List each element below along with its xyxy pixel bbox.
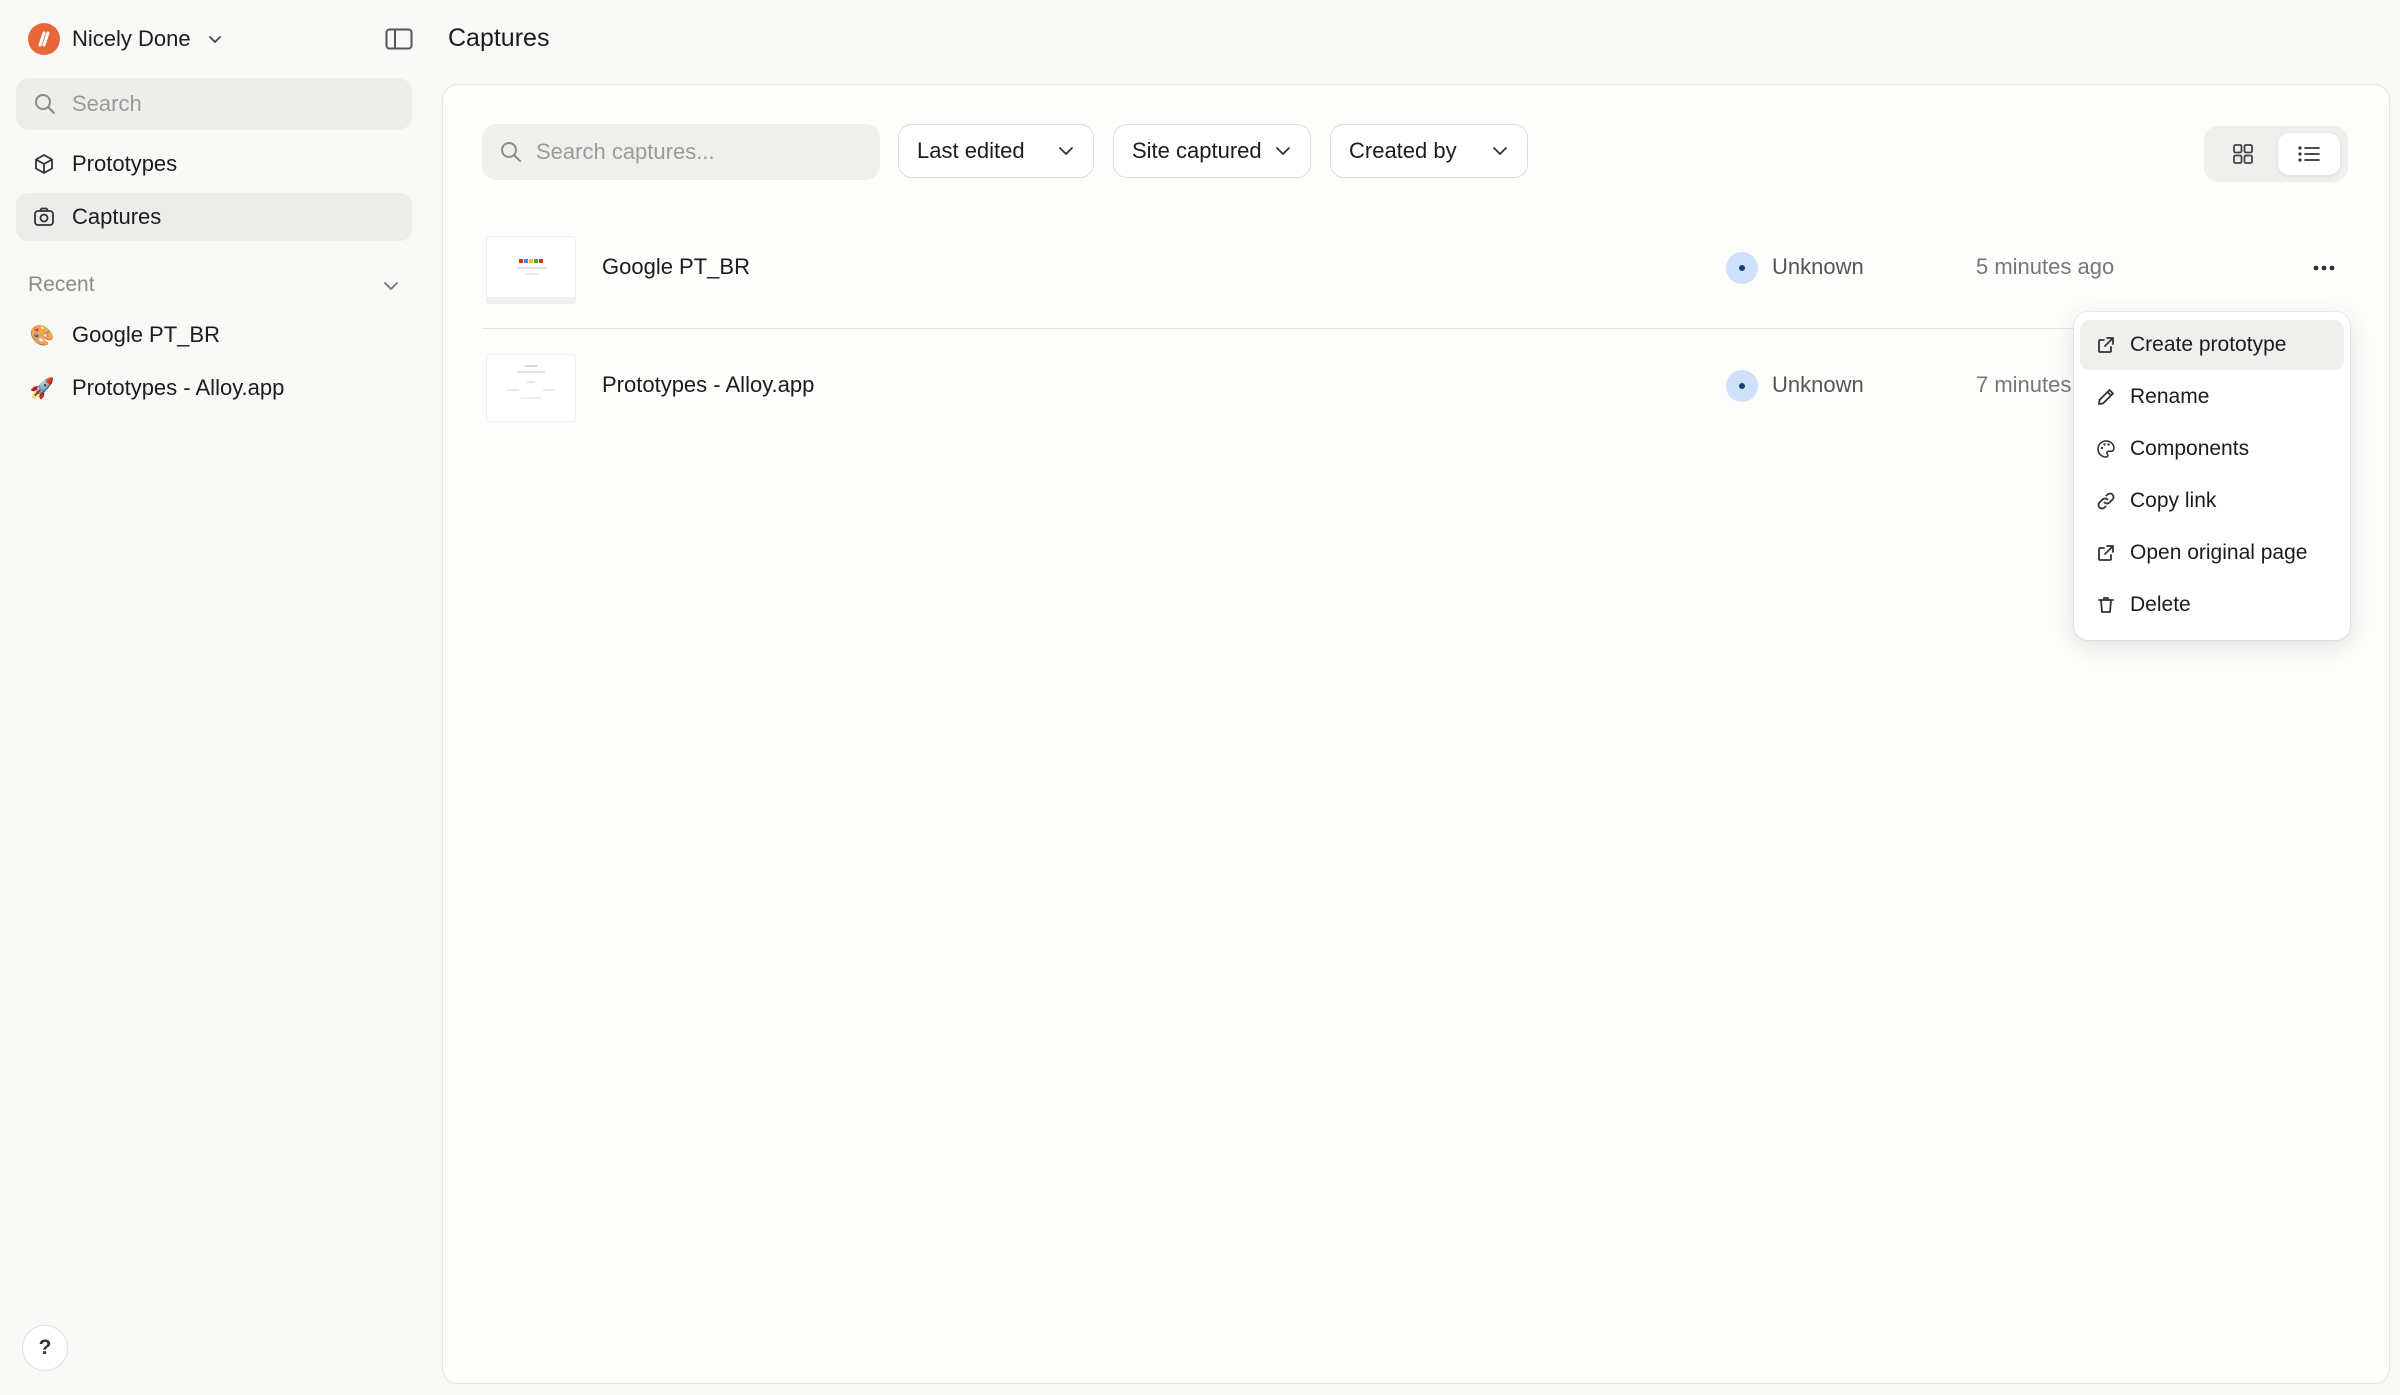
- palette-icon: [2094, 439, 2118, 459]
- menu-item-rename[interactable]: Rename: [2080, 372, 2344, 422]
- sidebar-search-placeholder: Search: [72, 91, 142, 116]
- capture-thumbnail: [486, 236, 576, 304]
- capture-row[interactable]: Google PT_BR Unknown 5 minutes ago: [482, 224, 2348, 334]
- menu-item-components[interactable]: Components: [2080, 424, 2344, 474]
- recent-item-label: Prototypes - Alloy.app: [72, 375, 285, 400]
- capture-context-menu: Create prototype Rename Components Copy …: [2074, 312, 2350, 640]
- page-title: Captures: [448, 24, 550, 52]
- sidebar: Nicely Done Search Prototypes Captures R…: [0, 0, 438, 1395]
- filter-label: Site captured: [1132, 138, 1262, 163]
- owner-avatar: [1726, 370, 1758, 402]
- recent-item-label: Google PT_BR: [72, 322, 220, 347]
- sidebar-item-captures[interactable]: Captures: [16, 193, 412, 241]
- menu-item-copy-link[interactable]: Copy link: [2080, 476, 2344, 526]
- menu-item-label: Rename: [2130, 385, 2210, 408]
- capture-name: Prototypes - Alloy.app: [602, 372, 815, 397]
- row-divider: [482, 328, 2348, 329]
- chevron-down-icon: [1274, 142, 1292, 160]
- sidebar-toggle-icon[interactable]: [384, 24, 414, 54]
- menu-item-label: Open original page: [2130, 541, 2308, 564]
- recent-item[interactable]: 🚀 Prototypes - Alloy.app: [28, 371, 285, 405]
- menu-item-open-original-page[interactable]: Open original page: [2080, 528, 2344, 578]
- list-icon: [2297, 144, 2321, 164]
- trash-icon: [2094, 595, 2118, 615]
- camera-icon: [32, 205, 56, 229]
- rocket-emoji-icon: 🚀: [29, 377, 55, 400]
- recent-section-header[interactable]: Recent: [28, 270, 400, 300]
- menu-item-label: Delete: [2130, 593, 2191, 616]
- pencil-icon: [2094, 387, 2118, 407]
- menu-item-label: Create prototype: [2130, 333, 2287, 356]
- palette-emoji-icon: 🎨: [29, 324, 55, 347]
- grid-view-button[interactable]: [2212, 133, 2274, 175]
- recent-label: Recent: [28, 273, 95, 296]
- captures-search-input[interactable]: Search captures...: [482, 124, 880, 180]
- recent-item[interactable]: 🎨 Google PT_BR: [28, 318, 220, 352]
- menu-item-delete[interactable]: Delete: [2080, 580, 2344, 630]
- filter-label: Created by: [1349, 138, 1457, 163]
- capture-thumbnail: [486, 354, 576, 422]
- menu-item-label: Copy link: [2130, 489, 2217, 512]
- external-link-icon: [2094, 335, 2118, 355]
- menu-item-create-prototype[interactable]: Create prototype: [2080, 320, 2344, 370]
- capture-row[interactable]: Prototypes - Alloy.app Unknown 7 minutes…: [482, 342, 2348, 452]
- search-icon: [500, 141, 522, 163]
- sidebar-item-label: Captures: [72, 204, 162, 229]
- chevron-down-icon: [1057, 142, 1075, 160]
- chevron-down-icon: [382, 276, 400, 294]
- more-options-icon[interactable]: [2304, 250, 2344, 286]
- workspace-name: Nicely Done: [72, 26, 191, 51]
- chevron-down-icon: [207, 31, 223, 47]
- capture-owner: Unknown: [1772, 254, 1864, 279]
- cube-icon: [32, 152, 56, 176]
- capture-time: 5 minutes ago: [1976, 254, 2115, 279]
- workspace-logo: [28, 23, 60, 55]
- help-button[interactable]: ?: [22, 1325, 68, 1371]
- owner-avatar: [1726, 252, 1758, 284]
- sidebar-item-label: Prototypes: [72, 151, 178, 176]
- sidebar-search[interactable]: Search: [16, 78, 412, 130]
- grid-icon: [2232, 143, 2254, 165]
- chevron-down-icon: [1491, 142, 1509, 160]
- capture-name: Google PT_BR: [602, 254, 750, 279]
- list-view-button[interactable]: [2278, 133, 2340, 175]
- filter-label: Last edited: [917, 138, 1025, 163]
- menu-item-label: Components: [2130, 437, 2250, 460]
- workspace-switcher[interactable]: Nicely Done: [28, 22, 223, 56]
- filter-last-edited[interactable]: Last edited: [898, 124, 1094, 178]
- filter-site-captured[interactable]: Site captured: [1113, 124, 1311, 178]
- search-icon: [34, 93, 56, 115]
- captures-search-placeholder: Search captures...: [536, 139, 715, 164]
- external-link-icon: [2094, 543, 2118, 563]
- view-toggle: [2204, 126, 2348, 182]
- capture-owner: Unknown: [1772, 372, 1864, 397]
- filter-created-by[interactable]: Created by: [1330, 124, 1528, 178]
- link-icon: [2094, 491, 2118, 511]
- sidebar-item-prototypes[interactable]: Prototypes: [16, 140, 412, 188]
